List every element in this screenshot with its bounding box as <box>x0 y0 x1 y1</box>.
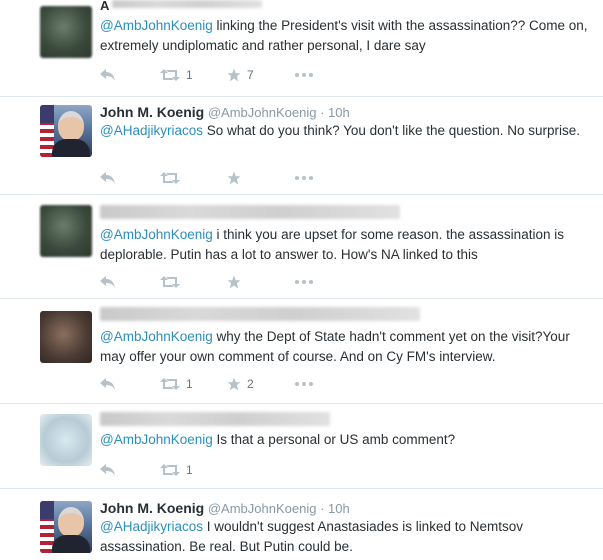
tweet-actions: 1 7 <box>100 66 325 84</box>
user-fullname[interactable]: John M. Koenig <box>100 500 204 516</box>
more-button[interactable] <box>295 73 325 77</box>
retweet-button[interactable] <box>160 172 227 184</box>
tweet[interactable]: John M. Koenig @AmbJohnKoenig · 10h @AHa… <box>0 489 603 560</box>
mention-link[interactable]: @AHadjikyriacos <box>100 519 203 534</box>
suit-image <box>52 535 90 553</box>
more-icon <box>295 382 313 386</box>
star-icon <box>227 377 241 391</box>
tweet[interactable]: @AmbJohnKoenig why the Dept of State had… <box>0 299 603 404</box>
tweet[interactable]: @AmbJohnKoenig Is that a personal or US … <box>0 404 603 489</box>
tweet-actions <box>100 273 325 291</box>
tweet[interactable]: John M. Koenig @AmbJohnKoenig · 10h @AHa… <box>0 97 603 195</box>
user-handle[interactable]: @AmbJohnKoenig <box>208 501 317 516</box>
user-fullname[interactable]: John M. Koenig <box>100 104 204 120</box>
retweet-count: 1 <box>186 463 193 477</box>
tweet-text: @AmbJohnKoenig linking the President's v… <box>100 16 595 56</box>
user-fullname[interactable]: A <box>100 0 109 13</box>
reply-icon <box>100 464 115 476</box>
mention-link[interactable]: @AmbJohnKoenig <box>100 432 213 447</box>
more-icon <box>295 280 313 284</box>
favorite-button[interactable] <box>227 275 295 289</box>
tweet-header: John M. Koenig @AmbJohnKoenig · 10h <box>100 500 350 516</box>
timestamp[interactable]: 10h <box>328 501 350 516</box>
avatar[interactable] <box>40 501 92 553</box>
retweet-icon <box>160 464 180 476</box>
tweet-text: @AmbJohnKoenig why the Dept of State had… <box>100 327 595 367</box>
tweet-actions: 1 <box>100 461 227 479</box>
mention-link[interactable]: @AmbJohnKoenig <box>100 227 213 242</box>
star-icon <box>227 68 241 82</box>
avatar[interactable] <box>40 205 92 257</box>
favorite-button[interactable]: 2 <box>227 377 295 391</box>
retweet-button[interactable]: 1 <box>160 377 227 391</box>
retweet-icon <box>160 172 180 184</box>
tweet-text: @AmbJohnKoenig Is that a personal or US … <box>100 430 595 450</box>
reply-button[interactable] <box>100 464 160 476</box>
reply-button[interactable] <box>100 172 160 184</box>
avatar[interactable] <box>40 414 92 466</box>
tweet-text: @AmbJohnKoenig i think you are upset for… <box>100 225 595 265</box>
favorite-count: 7 <box>247 68 254 82</box>
tweet[interactable]: @AmbJohnKoenig i think you are upset for… <box>0 195 603 299</box>
tweet[interactable]: A @AmbJohnKoenig linking the President's… <box>0 0 603 97</box>
reply-button[interactable] <box>100 69 160 81</box>
retweet-count: 1 <box>186 68 193 82</box>
tweet-actions <box>100 169 325 187</box>
mention-link[interactable]: @AHadjikyriacos <box>100 123 203 138</box>
tweet-text: @AHadjikyriacos I wouldn't suggest Anast… <box>100 517 595 557</box>
retweet-button[interactable]: 1 <box>160 463 227 477</box>
face-image <box>58 111 84 141</box>
more-icon <box>295 176 313 180</box>
more-icon <box>295 73 313 77</box>
mention-link[interactable]: @AmbJohnKoenig <box>100 18 213 33</box>
reply-icon <box>100 276 115 288</box>
reply-icon <box>100 69 115 81</box>
mention-link[interactable]: @AmbJohnKoenig <box>100 329 213 344</box>
separator-dot: · <box>320 105 325 120</box>
tweet-text: @AHadjikyriacos So what do you think? Yo… <box>100 121 595 141</box>
user-handle[interactable]: @AmbJohnKoenig <box>208 105 317 120</box>
retweet-button[interactable] <box>160 276 227 288</box>
tweet-feed: A @AmbJohnKoenig linking the President's… <box>0 0 603 560</box>
retweet-count: 1 <box>186 377 193 391</box>
face-image <box>58 507 84 537</box>
retweet-button[interactable]: 1 <box>160 68 227 82</box>
separator-dot: · <box>320 501 325 516</box>
tweet-actions: 1 2 <box>100 375 325 393</box>
reply-button[interactable] <box>100 378 160 390</box>
avatar[interactable] <box>40 311 92 363</box>
user-name-redacted <box>100 307 420 321</box>
tweet-body: So what do you think? You don't like the… <box>202 123 581 138</box>
tweet-header: John M. Koenig @AmbJohnKoenig · 10h <box>100 104 350 120</box>
favorite-count: 2 <box>247 377 254 391</box>
suit-image <box>52 139 90 157</box>
more-button[interactable] <box>295 382 325 386</box>
avatar[interactable] <box>40 6 92 58</box>
tweet-body: Is that a personal or US amb comment? <box>212 432 456 447</box>
star-icon <box>227 275 241 289</box>
user-name-redacted <box>100 205 400 219</box>
favorite-button[interactable] <box>227 171 295 185</box>
reply-icon <box>100 172 115 184</box>
avatar[interactable] <box>40 105 92 157</box>
user-name-redacted <box>112 0 262 8</box>
retweet-icon <box>160 378 180 390</box>
more-button[interactable] <box>295 280 325 284</box>
retweet-icon <box>160 69 180 81</box>
user-name-redacted <box>100 412 330 426</box>
reply-icon <box>100 378 115 390</box>
star-icon <box>227 171 241 185</box>
timestamp[interactable]: 10h <box>328 105 350 120</box>
retweet-icon <box>160 276 180 288</box>
favorite-button[interactable]: 7 <box>227 68 295 82</box>
more-button[interactable] <box>295 176 325 180</box>
reply-button[interactable] <box>100 276 160 288</box>
